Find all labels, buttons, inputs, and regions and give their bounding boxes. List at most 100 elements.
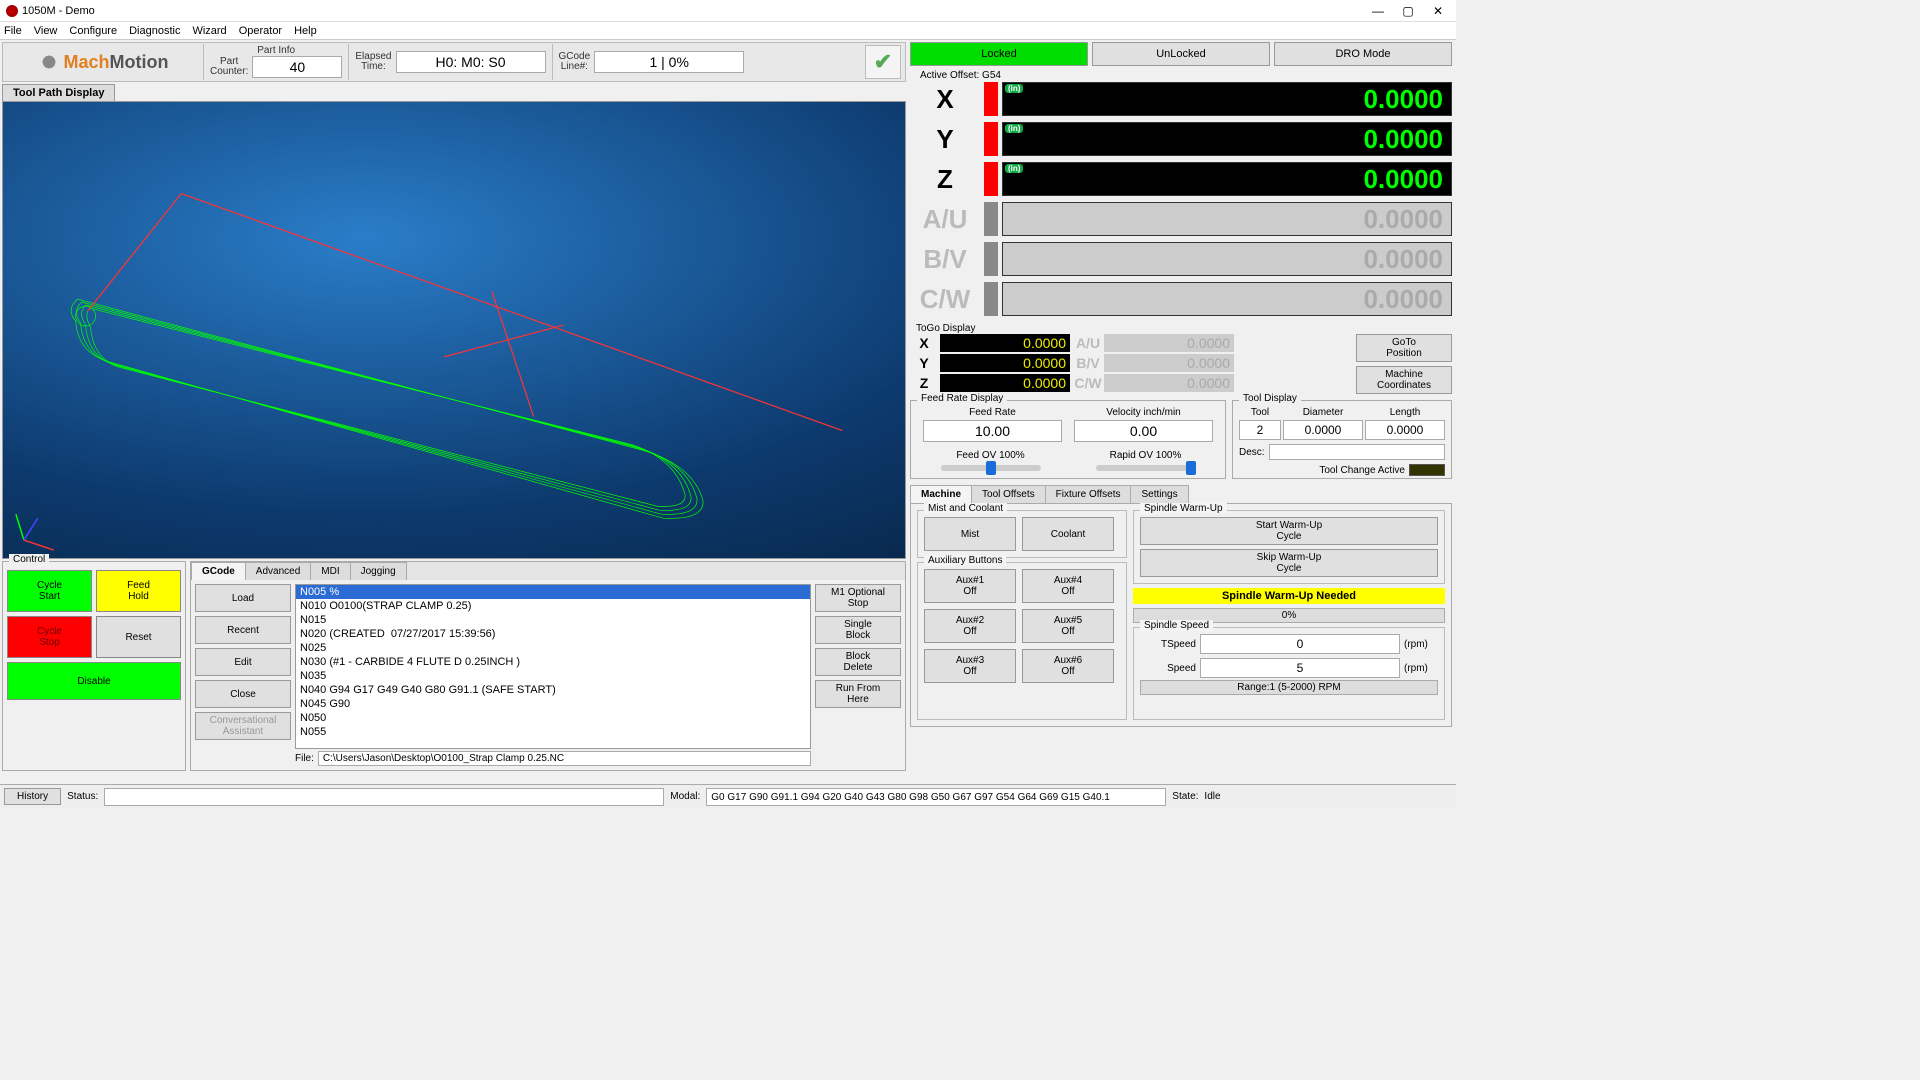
gcode-btn-block-delete[interactable]: Block Delete: [815, 648, 901, 676]
dro-axis-label: Z: [910, 164, 980, 195]
spindle-speed-group: Spindle Speed TSpeed 0 (rpm) Speed 5 (rp…: [1133, 627, 1445, 720]
dro-indicator: [984, 282, 998, 316]
gcode-line[interactable]: N015: [296, 613, 810, 627]
toolpath-plot: [3, 102, 905, 558]
rapid-override-slider[interactable]: [1096, 465, 1196, 471]
dro-axis-label: X: [910, 84, 980, 115]
feed-rate-label: Feed Rate: [917, 407, 1068, 418]
gcode-line[interactable]: N005 %: [296, 585, 810, 599]
menu-view[interactable]: View: [34, 25, 58, 37]
reset-button[interactable]: Reset: [96, 616, 181, 658]
dro-indicator: [984, 202, 998, 236]
dro-mode-button[interactable]: DRO Mode: [1274, 42, 1452, 66]
gcode-line[interactable]: N030 (#1 - CARBIDE 4 FLUTE D 0.25INCH ): [296, 655, 810, 669]
dro-value[interactable]: (in)0.0000: [1002, 122, 1452, 156]
ok-check-button[interactable]: ✔: [865, 45, 901, 79]
start-warmup-button[interactable]: Start Warm-Up Cycle: [1140, 517, 1438, 545]
gcode-btn-m1-optional-stop[interactable]: M1 Optional Stop: [815, 584, 901, 612]
gcode-tabs: GCodeAdvancedMDIJogging: [191, 562, 905, 580]
dro-row-c-w: C/W 0.0000: [910, 281, 1452, 317]
dro-value[interactable]: 0.0000: [1002, 242, 1452, 276]
menu-operator[interactable]: Operator: [239, 25, 282, 37]
gcode-line[interactable]: N040 G94 G17 G49 G40 G80 G91.1 (SAFE STA…: [296, 683, 810, 697]
menu-help[interactable]: Help: [294, 25, 317, 37]
togo-btn-goto-position[interactable]: GoTo Position: [1356, 334, 1452, 362]
gcode-line[interactable]: N050: [296, 711, 810, 725]
minimize-icon[interactable]: —: [1370, 4, 1386, 18]
aux-button[interactable]: Aux#1 Off: [924, 569, 1016, 603]
menu-diagnostic[interactable]: Diagnostic: [129, 25, 180, 37]
close-icon[interactable]: ✕: [1430, 4, 1446, 18]
gcode-line[interactable]: N055: [296, 725, 810, 739]
cycle-start-button[interactable]: Cycle Start: [7, 570, 92, 612]
logo: MachMotion: [3, 44, 203, 80]
gcode-btn-single-block[interactable]: Single Block: [815, 616, 901, 644]
aux-button[interactable]: Aux#3 Off: [924, 649, 1016, 683]
control-group: Control Cycle Start Feed Hold Cycle Stop…: [2, 561, 186, 771]
part-counter-block: Part Info Part Counter: 40: [203, 44, 348, 80]
mist-button[interactable]: Mist: [924, 517, 1016, 551]
window-title: 1050M - Demo: [22, 5, 95, 17]
gcode-btn-edit[interactable]: Edit: [195, 648, 291, 676]
maximize-icon[interactable]: ▢: [1400, 4, 1416, 18]
toolpath-tab[interactable]: Tool Path Display: [2, 84, 115, 101]
gcode-listing[interactable]: N005 %N010 O0100(STRAP CLAMP 0.25)N015N0…: [295, 584, 811, 749]
dro-panel: X (in)0.0000Y (in)0.0000Z (in)0.0000A/U …: [910, 81, 1452, 321]
mist-title: Mist and Coolant: [924, 503, 1007, 514]
desc-input[interactable]: [1269, 444, 1445, 460]
skip-warmup-button[interactable]: Skip Warm-Up Cycle: [1140, 549, 1438, 577]
tool-value[interactable]: 2: [1239, 420, 1281, 440]
part-info-label: Part Info: [257, 46, 295, 56]
aux-button[interactable]: Aux#5 Off: [1022, 609, 1114, 643]
dro-value[interactable]: 0.0000: [1002, 282, 1452, 316]
feed-title: Feed Rate Display: [917, 393, 1007, 404]
togo-axis: A/U: [1074, 335, 1102, 351]
feed-rate-value[interactable]: 10.00: [923, 420, 1062, 442]
gcode-left-buttons: LoadRecentEditCloseConversational Assist…: [195, 584, 291, 766]
aux-buttons-group: Auxiliary Buttons Aux#1 OffAux#4 OffAux#…: [917, 562, 1127, 720]
menu-configure[interactable]: Configure: [69, 25, 117, 37]
speed-range: Range:1 (5-2000) RPM: [1140, 680, 1438, 695]
speed-label: Speed: [1140, 663, 1196, 674]
part-counter-value[interactable]: 40: [252, 56, 342, 78]
aux-button[interactable]: Aux#6 Off: [1022, 649, 1114, 683]
history-button[interactable]: History: [4, 788, 61, 805]
gcode-line[interactable]: N025: [296, 641, 810, 655]
tspeed-value[interactable]: 0: [1200, 634, 1400, 654]
aux-button[interactable]: Aux#2 Off: [924, 609, 1016, 643]
coolant-button[interactable]: Coolant: [1022, 517, 1114, 551]
bottom-tab-machine[interactable]: Machine: [910, 485, 972, 503]
dro-value[interactable]: 0.0000: [1002, 202, 1452, 236]
bottom-tab-settings[interactable]: Settings: [1130, 485, 1188, 503]
gcode-tab-gcode[interactable]: GCode: [191, 562, 246, 580]
cycle-stop-button[interactable]: Cycle Stop: [7, 616, 92, 658]
bottom-tab-fixture-offsets[interactable]: Fixture Offsets: [1045, 485, 1132, 503]
gcode-line[interactable]: N010 O0100(STRAP CLAMP 0.25): [296, 599, 810, 613]
togo-btn-machine-coordinates[interactable]: Machine Coordinates: [1356, 366, 1452, 394]
bottom-tab-tool-offsets[interactable]: Tool Offsets: [971, 485, 1046, 503]
disable-button[interactable]: Disable: [7, 662, 181, 700]
gcode-tab-jogging[interactable]: Jogging: [350, 562, 407, 580]
togo-value: 0.0000: [1104, 334, 1234, 352]
gcode-tab-mdi[interactable]: MDI: [310, 562, 350, 580]
menu-wizard[interactable]: Wizard: [192, 25, 226, 37]
gcode-tab-advanced[interactable]: Advanced: [245, 562, 311, 580]
toolpath-canvas[interactable]: [2, 101, 906, 559]
dro-value[interactable]: (in)0.0000: [1002, 162, 1452, 196]
locked-button[interactable]: Locked: [910, 42, 1088, 66]
speed-value[interactable]: 5: [1200, 658, 1400, 678]
feed-hold-button[interactable]: Feed Hold: [96, 570, 181, 612]
gcode-btn-load[interactable]: Load: [195, 584, 291, 612]
gcode-btn-close[interactable]: Close: [195, 680, 291, 708]
gcode-btn-run-from-here[interactable]: Run From Here: [815, 680, 901, 708]
gcode-line[interactable]: N035: [296, 669, 810, 683]
dro-value[interactable]: (in)0.0000: [1002, 82, 1452, 116]
active-offset-label: Active Offset: G54: [920, 70, 1452, 81]
gcode-btn-recent[interactable]: Recent: [195, 616, 291, 644]
menu-file[interactable]: File: [4, 25, 22, 37]
aux-button[interactable]: Aux#4 Off: [1022, 569, 1114, 603]
gcode-line[interactable]: N020 (CREATED 07/27/2017 15:39:56): [296, 627, 810, 641]
feed-override-slider[interactable]: [941, 465, 1041, 471]
unlocked-button[interactable]: UnLocked: [1092, 42, 1270, 66]
gcode-line[interactable]: N045 G90: [296, 697, 810, 711]
